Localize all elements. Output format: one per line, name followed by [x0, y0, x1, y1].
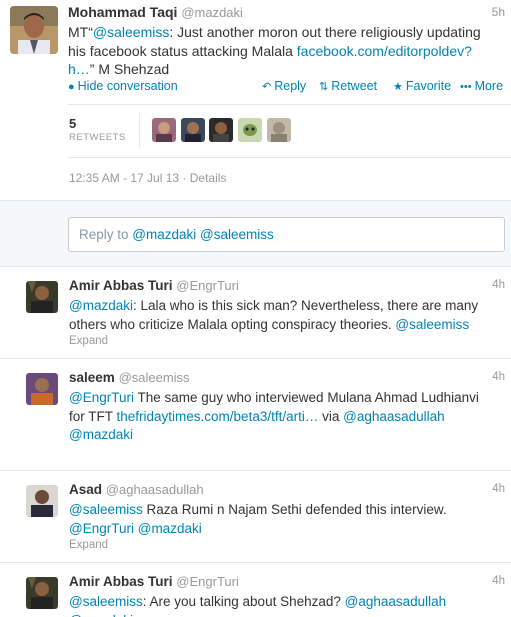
mention-link[interactable]: @mazdaki [69, 613, 133, 617]
timestamp[interactable]: 4h [492, 575, 505, 587]
user-name[interactable]: Mohammad Taqi [68, 4, 177, 20]
retweet-count-label[interactable]: RETWEETS [69, 132, 126, 143]
mention-link[interactable]: @saleemiss [69, 502, 143, 517]
text-prefix: MT“ [68, 24, 93, 40]
tweet-text: MT“@saleemiss: Just another moron out th… [68, 23, 498, 79]
reply-input[interactable]: Reply to @mazdaki @saleemiss [68, 217, 505, 252]
text-segment: via [318, 408, 344, 424]
more-button[interactable]: ••• More [460, 79, 503, 93]
divider [139, 113, 140, 147]
user-handle[interactable]: @EngrTuri [176, 278, 239, 293]
mention-link[interactable]: @saleemiss [395, 317, 469, 332]
mention-link[interactable]: @aghaasadullah [343, 409, 445, 424]
user-name[interactable]: saleem [69, 370, 115, 385]
avatar[interactable] [26, 373, 58, 405]
tweet-actions: ● Hide conversation ↶ Reply ⇅ Retweet ★ Favo… [68, 79, 505, 97]
reply-tweet[interactable]: Asad @aghaasadullah 4h @saleemiss Raza R… [0, 472, 511, 563]
reply-tweet[interactable]: Amir Abbas Turi @EngrTuri 4h @mazdaki: L… [0, 268, 511, 359]
star-icon: ★ [393, 81, 403, 93]
tweet-text: @mazdaki: Lala who is this sick man? Nev… [69, 297, 489, 334]
user-handle[interactable]: @EngrTuri [176, 574, 239, 589]
expand-link[interactable]: Expand [69, 539, 108, 551]
retweet-icon: ⇅ [319, 81, 329, 93]
user-handle[interactable]: @mazdaki [181, 5, 243, 20]
reply-label: Reply [274, 79, 307, 93]
avatar[interactable] [26, 577, 58, 609]
reply-button[interactable]: ↶ Reply [262, 79, 306, 93]
tweet-header: Amir Abbas Turi @EngrTuri 4h [69, 574, 505, 592]
user-handle[interactable]: @saleemiss [119, 370, 190, 385]
reply-area: Reply to @mazdaki @saleemiss [0, 200, 511, 267]
favorite-label: Favorite [405, 79, 452, 93]
user-handle[interactable]: @aghaasadullah [106, 482, 204, 497]
retweet-label: Retweet [331, 79, 378, 93]
timestamp[interactable]: 4h [492, 279, 505, 291]
retweet-button[interactable]: ⇅ Retweet [319, 79, 377, 93]
mention-link[interactable]: @EngrTuri [69, 521, 134, 536]
tweet-text: @saleemiss Raza Rumi n Najam Sethi defen… [69, 501, 489, 538]
avatar[interactable] [10, 6, 58, 54]
user-name[interactable]: Amir Abbas Turi [69, 574, 173, 589]
expand-link[interactable]: Expand [69, 335, 108, 347]
timestamp[interactable]: 4h [492, 483, 505, 495]
reply-mentions: @mazdaki @saleemiss [132, 227, 274, 242]
text-suffix: ” M Shehzad [89, 61, 170, 77]
avatar[interactable] [209, 118, 233, 142]
mention-link[interactable]: @aghaasadullah [345, 594, 447, 609]
more-label: More [474, 79, 504, 93]
mention-link[interactable]: @saleemiss [69, 594, 143, 609]
tweet-header: Mohammad Taqi @mazdaki 5h [68, 4, 505, 24]
mention-link[interactable]: @saleemiss [93, 24, 169, 40]
timestamp[interactable]: 5h [492, 5, 505, 19]
tweet-header: Asad @aghaasadullah 4h [69, 482, 505, 500]
divider [68, 104, 511, 105]
mention-link[interactable]: @EngrTuri [69, 390, 134, 405]
favorite-button[interactable]: ★ Favorite [393, 79, 451, 93]
speech-bubble-icon: ● [68, 81, 75, 93]
retweet-count[interactable]: 5 [69, 116, 76, 131]
hide-conversation-label: Hide conversation [77, 79, 178, 93]
hide-conversation-button[interactable]: ● Hide conversation [68, 79, 178, 93]
ellipsis-icon: ••• [460, 81, 472, 93]
mention-link[interactable]: @mazdaki [69, 298, 133, 313]
text-segment: Raza Rumi n Najam Sethi defended this in… [142, 502, 447, 517]
tweet-meta[interactable]: 12:35 AM - 17 Jul 13 · Details [69, 171, 226, 185]
timestamp[interactable]: 4h [492, 371, 505, 383]
user-name[interactable]: Asad [69, 482, 102, 497]
tweet-header: saleem @saleemiss 4h [69, 370, 505, 388]
mention-link[interactable]: @mazdaki [69, 427, 133, 442]
mention-link[interactable]: thefridaytimes.com/beta3/tft/arti… [117, 409, 319, 424]
avatar[interactable] [26, 485, 58, 517]
avatar[interactable] [267, 118, 291, 142]
text-segment: : Are you talking about Shehzad? [142, 594, 345, 609]
mention-link[interactable]: @mazdaki [138, 521, 202, 536]
avatar[interactable] [238, 118, 262, 142]
avatar[interactable] [152, 118, 176, 142]
tweet-text: @saleemiss: Are you talking about Shehza… [69, 593, 489, 617]
avatar[interactable] [26, 281, 58, 313]
tweet-header: Amir Abbas Turi @EngrTuri 4h [69, 278, 505, 296]
tweet-text: @EngrTuri The same guy who interviewed M… [69, 389, 489, 445]
avatar[interactable] [181, 118, 205, 142]
user-name[interactable]: Amir Abbas Turi [69, 278, 173, 293]
reply-prefix: Reply to [79, 227, 133, 242]
reply-tweet[interactable]: Amir Abbas Turi @EngrTuri 4h @saleemiss:… [0, 564, 511, 617]
reply-tweet[interactable]: saleem @saleemiss 4h @EngrTuri The same … [0, 360, 511, 471]
divider [68, 157, 511, 158]
main-tweet: Mohammad Taqi @mazdaki 5h MT“@saleemiss:… [0, 0, 511, 200]
reply-arrow-icon: ↶ [262, 81, 272, 93]
